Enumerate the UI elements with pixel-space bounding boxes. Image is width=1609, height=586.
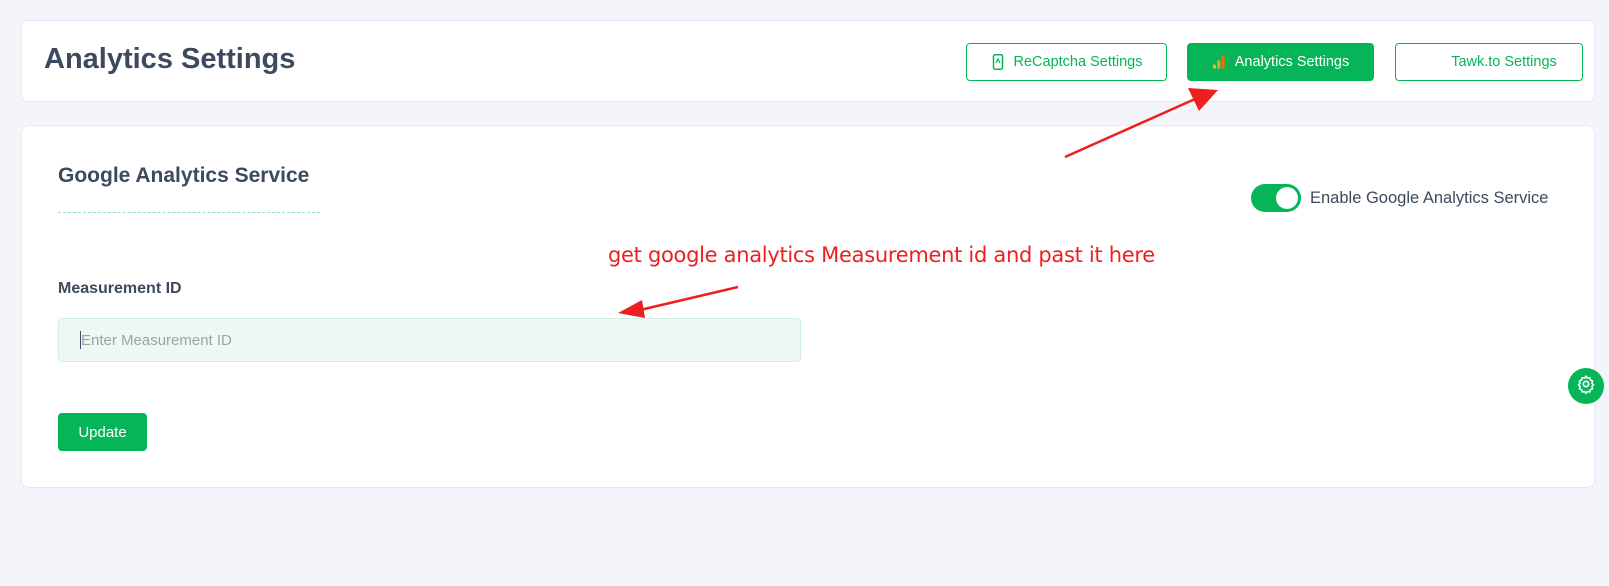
tab-analytics-label: Analytics Settings (1234, 54, 1350, 70)
header-card: Analytics Settings ReCaptcha Settings An… (21, 20, 1595, 102)
annotation-text: get google analytics Measurement id and … (608, 243, 1155, 267)
enable-analytics-toggle[interactable] (1251, 184, 1301, 212)
tab-tawkto-label: Tawk.to Settings (1451, 54, 1557, 70)
measurement-id-input[interactable] (58, 318, 801, 362)
phone-shield-icon (991, 54, 1005, 70)
toggle-knob (1276, 187, 1298, 209)
gear-icon (1576, 374, 1596, 399)
tab-analytics-settings[interactable]: Analytics Settings (1187, 43, 1374, 81)
section-divider (58, 212, 320, 213)
bar-chart-icon (1212, 54, 1226, 70)
text-caret (80, 331, 81, 349)
section-title: Google Analytics Service (58, 164, 310, 187)
enable-analytics-toggle-group: Enable Google Analytics Service (1251, 184, 1548, 212)
page-title: Analytics Settings (44, 43, 296, 75)
settings-gear-button[interactable] (1568, 368, 1604, 404)
update-button[interactable]: Update (58, 413, 147, 451)
enable-analytics-label: Enable Google Analytics Service (1310, 188, 1549, 207)
tab-recaptcha-label: ReCaptcha Settings (1013, 54, 1143, 70)
analytics-card: Google Analytics Service Enable Google A… (21, 125, 1595, 488)
tab-tawkto-settings[interactable]: Tawk.to Settings (1395, 43, 1583, 81)
tab-recaptcha-settings[interactable]: ReCaptcha Settings (966, 43, 1167, 81)
measurement-id-label: Measurement ID (58, 280, 182, 297)
